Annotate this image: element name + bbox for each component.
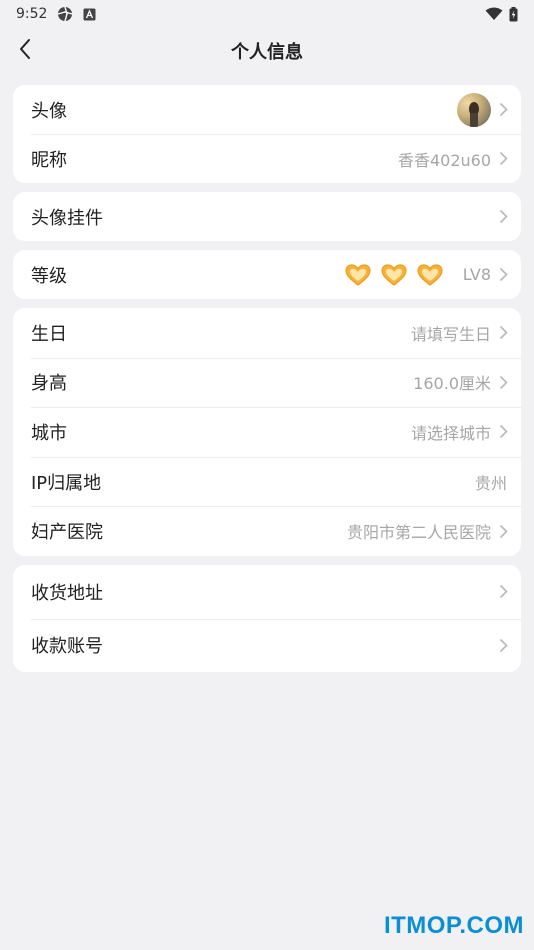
chevron-right-icon: [497, 267, 509, 283]
level-row-right: LV8: [345, 263, 509, 286]
a-box-icon: [83, 8, 96, 21]
finance-card: 收货地址 收款账号: [13, 565, 521, 672]
birthday-label: 生日: [31, 323, 67, 345]
shipping-address-label: 收货地址: [31, 582, 103, 604]
chevron-right-icon: [497, 523, 509, 539]
nickname-label: 昵称: [31, 149, 67, 171]
level-row[interactable]: 等级 LV8: [13, 250, 521, 299]
wifi-icon: [485, 7, 503, 21]
level-hearts: [345, 263, 443, 286]
city-value: 请选择城市: [410, 423, 491, 443]
page-title: 个人信息: [231, 42, 303, 63]
chevron-left-icon: [18, 38, 32, 64]
chevron-right-icon: [497, 102, 509, 118]
birthday-row-right: 请填写生日: [411, 321, 509, 345]
birthday-value: 请填写生日: [410, 324, 491, 344]
avatar-pendant-row[interactable]: 头像挂件: [13, 192, 521, 241]
city-row-right: 请选择城市: [411, 420, 509, 444]
nickname-value: 香香402u60: [397, 150, 491, 170]
city-row[interactable]: 城市 请选择城市: [13, 407, 521, 457]
chevron-right-icon: [497, 584, 509, 600]
status-time: 9:52: [16, 6, 48, 22]
heart-icon: [345, 263, 371, 286]
height-value: 160.0厘米: [413, 374, 491, 394]
status-right: [485, 6, 518, 22]
avatar-pendant-label: 头像挂件: [31, 207, 103, 229]
heart-icon: [381, 263, 407, 286]
hospital-label: 妇产医院: [31, 522, 103, 544]
watermark-logo: ITMOP.COM: [383, 912, 524, 939]
chevron-right-icon: [497, 151, 509, 167]
header: 个人信息: [0, 28, 534, 74]
personal-info-page: 9:52 个人信息 头像 昵称 香香402u60 头像挂件 等级 LV8 生日 …: [0, 0, 534, 950]
avatar-label: 头像: [31, 100, 67, 122]
ip-location-value: 贵州: [474, 473, 507, 493]
hospital-row-right: 贵阳市第二人民医院: [347, 519, 509, 543]
payment-account-row[interactable]: 收款账号: [13, 618, 521, 673]
birthday-row[interactable]: 生日 请填写生日: [13, 308, 521, 358]
hospital-value: 贵阳市第二人民医院: [346, 523, 491, 543]
ip-location-label: IP归属地: [31, 472, 102, 494]
chevron-right-icon: [497, 424, 509, 440]
aperture-icon: [57, 6, 73, 22]
payment-account-label: 收款账号: [31, 636, 103, 658]
status-left: 9:52: [16, 6, 96, 22]
back-button[interactable]: [10, 36, 40, 66]
nickname-row[interactable]: 昵称 香香402u60: [13, 134, 521, 183]
hospital-row[interactable]: 妇产医院 贵阳市第二人民医院: [13, 506, 521, 556]
profile-card: 头像 昵称 香香402u60: [13, 85, 521, 183]
chevron-right-icon: [497, 325, 509, 341]
chevron-right-icon: [497, 209, 509, 225]
chevron-right-icon: [497, 374, 509, 390]
ip-location-row-right: 贵州: [475, 470, 509, 494]
heart-icon: [417, 263, 443, 286]
level-value: LV8: [462, 265, 491, 284]
height-label: 身高: [31, 373, 67, 395]
shipping-address-row[interactable]: 收货地址: [13, 565, 521, 619]
height-row-right: 160.0厘米: [413, 370, 509, 394]
city-label: 城市: [31, 422, 67, 444]
nickname-row-right: 香香402u60: [398, 147, 509, 171]
avatar: [457, 92, 491, 127]
info-card: 生日 请填写生日 身高 160.0厘米 城市 请选择城市 IP归属地 贵州 妇产…: [13, 308, 521, 556]
avatar-row-right: [457, 92, 509, 127]
ip-location-row: IP归属地 贵州: [13, 456, 521, 507]
avatar-row[interactable]: 头像: [13, 85, 521, 134]
height-row[interactable]: 身高 160.0厘米: [13, 357, 521, 408]
level-label: 等级: [31, 265, 67, 287]
status-bar: 9:52: [0, 0, 534, 28]
chevron-right-icon: [497, 637, 509, 653]
battery-icon: [509, 6, 518, 22]
level-card: 等级 LV8: [13, 250, 521, 299]
pendant-card: 头像挂件: [13, 192, 521, 241]
